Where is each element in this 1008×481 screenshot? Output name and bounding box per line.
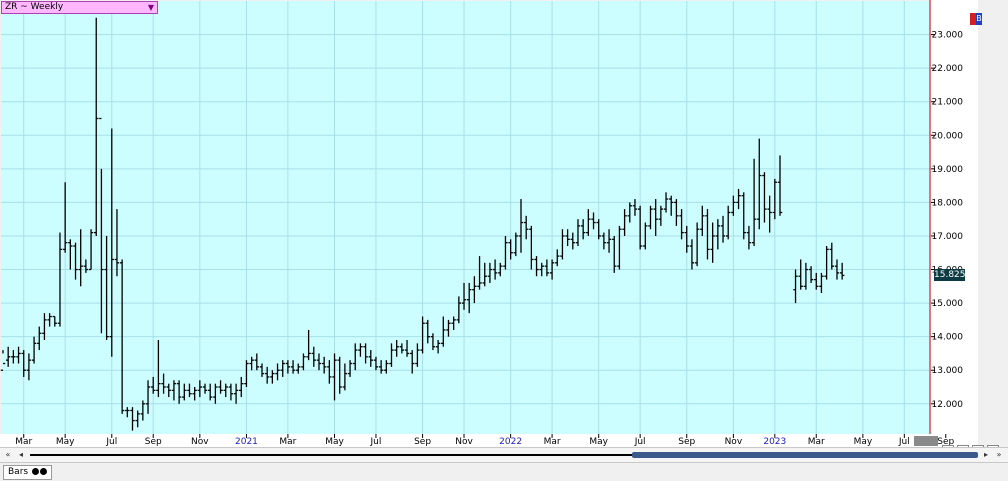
x-month-label: Jul (105, 437, 117, 447)
x-year-label: 2022 (499, 437, 522, 447)
tab-bars[interactable]: Bars (3, 465, 52, 480)
y-tick-label: 22.000 (932, 64, 964, 74)
price-chart: 12.00013.00014.00015.00016.00017.00018.0… (0, 0, 1008, 447)
x-month-label: Mar (808, 437, 825, 447)
right-margin (978, 0, 1008, 447)
y-tick-label: 21.000 (932, 98, 964, 108)
scroll-right-icon[interactable]: ▸ (980, 449, 992, 460)
x-month-label: Sep (145, 437, 162, 447)
x-month-label: May (589, 437, 608, 447)
scroll-left-icon[interactable]: ◂ (15, 449, 27, 460)
horizontal-scrollbar[interactable]: « ◂ ▸ » (0, 447, 1008, 462)
x-year-label: 2021 (235, 437, 258, 447)
x-month-label: Sep (678, 437, 695, 447)
x-month-label: Mar (15, 437, 32, 447)
scroll-thumb[interactable] (632, 452, 978, 458)
x-month-label: May (325, 437, 344, 447)
pane-badge[interactable]: B (970, 6, 983, 25)
x-month-label: Nov (191, 437, 209, 447)
last-price-tag: 15.825 (934, 269, 966, 282)
x-year-label: 2023 (763, 437, 786, 447)
y-tick-label: 12.000 (932, 400, 964, 410)
y-tick-label: 17.000 (932, 232, 964, 242)
future-area-marker (914, 436, 938, 446)
x-month-label: May (854, 437, 873, 447)
y-tick-label: 20.000 (932, 131, 964, 141)
x-month-label: Mar (544, 437, 561, 447)
plot-area[interactable] (1, 1, 930, 434)
x-month-label: Jul (634, 437, 646, 447)
x-month-label: Jul (370, 437, 382, 447)
x-month-label: Nov (725, 437, 743, 447)
y-tick-label: 18.000 (932, 198, 964, 208)
x-month-label: Nov (455, 437, 473, 447)
x-month-label: Mar (279, 437, 296, 447)
x-month-label: Jul (898, 437, 910, 447)
x-month-label: May (56, 437, 75, 447)
dot-icon (31, 468, 39, 475)
y-tick-label: 15.000 (932, 299, 964, 309)
pane-badge-letter: B (976, 13, 982, 25)
scroll-end-icon[interactable]: » (993, 449, 1005, 460)
y-tick-label: 23.000 (932, 31, 964, 41)
y-tick-label: 14.000 (932, 333, 964, 343)
symbol-title-dropdown[interactable]: ZR ~ Weekly ▼ (1, 1, 158, 14)
x-month-label: Sep (414, 437, 431, 447)
scroll-start-icon[interactable]: « (2, 449, 14, 460)
status-bar: Bars (0, 462, 1008, 481)
symbol-title: ZR ~ Weekly (5, 2, 64, 12)
chevron-down-icon[interactable]: ▼ (148, 2, 154, 13)
dot-icon (39, 468, 47, 475)
y-tick-label: 19.000 (932, 165, 964, 175)
tab-bars-label: Bars (8, 467, 29, 477)
y-tick-label: 13.000 (932, 366, 964, 376)
